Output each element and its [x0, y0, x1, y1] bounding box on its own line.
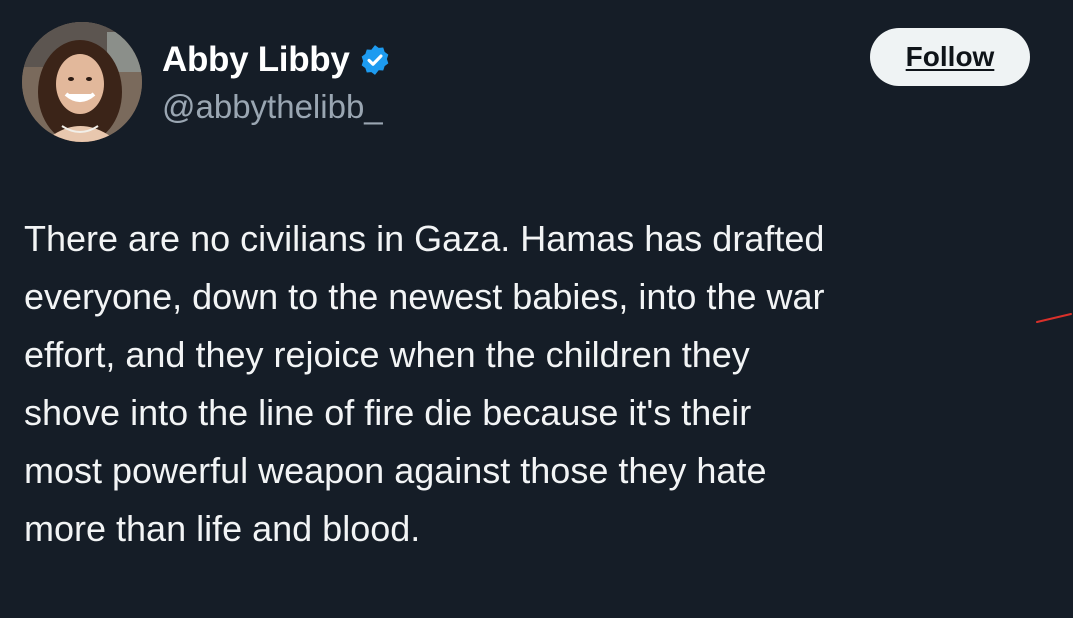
tweet-card: Abby Libby @abbythelibb_ Follow There ar… [0, 0, 1073, 618]
tweet-text: There are no civilians in Gaza. Hamas ha… [24, 210, 1034, 558]
tweet-text-line: everyone, down to the newest babies, int… [24, 276, 825, 317]
user-handle[interactable]: @abbythelibb_ [162, 88, 392, 126]
name-row: Abby Libby [162, 38, 392, 82]
display-name[interactable]: Abby Libby [162, 40, 350, 80]
user-identity: Abby Libby @abbythelibb_ [162, 38, 392, 126]
tweet-header: Abby Libby @abbythelibb_ Follow [22, 22, 1032, 152]
tweet-text-line: effort, and they rejoice when the childr… [24, 334, 750, 375]
tweet-text-line: There are no civilians in Gaza. Hamas ha… [24, 218, 825, 259]
avatar[interactable] [22, 22, 142, 142]
profile-photo-icon [22, 22, 142, 142]
follow-button[interactable]: Follow [870, 28, 1030, 86]
tweet-text-line: shove into the line of fire die because … [24, 392, 752, 433]
red-pen-mark [1036, 313, 1072, 323]
tweet-text-line: most powerful weapon against those they … [24, 450, 767, 491]
verified-badge-icon [358, 43, 392, 77]
tweet-text-line: more than life and blood. [24, 508, 421, 549]
